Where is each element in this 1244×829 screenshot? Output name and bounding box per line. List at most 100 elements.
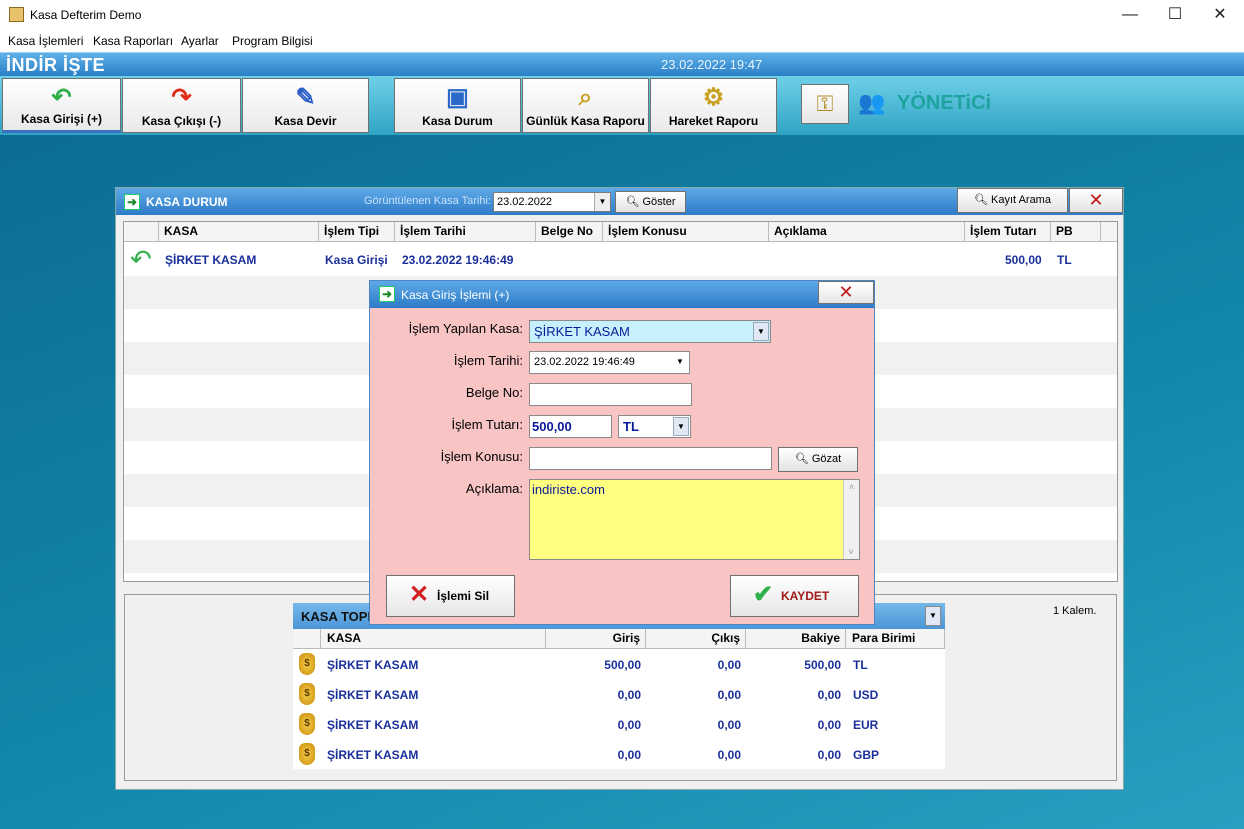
row-kasa: ŞİRKET KASAM: [165, 253, 257, 267]
save-button-label: KAYDET: [781, 589, 830, 603]
totals-col-cikis[interactable]: Çıkış: [646, 629, 746, 649]
totals-cikis: 0,00: [717, 718, 741, 732]
enter-arrow-icon: ➜: [124, 194, 140, 210]
grid-col-islem-tarihi[interactable]: İşlem Tarihi: [395, 222, 536, 242]
close-button[interactable]: ✕: [1197, 0, 1243, 31]
aciklama-value: indiriste.com: [532, 482, 605, 497]
currency-select[interactable]: TL ▼: [618, 415, 691, 438]
brand-title: İNDİR İŞTE: [6, 55, 106, 75]
totals-title: KASA TOPI: [301, 609, 372, 624]
kasa-durum-title: KASA DURUM: [146, 195, 228, 209]
window-title: Kasa Defterim Demo: [30, 8, 142, 22]
app-icon: [9, 7, 24, 22]
kasa-durum-header: ➜ KASA DURUM Görüntülenen Kasa Tarihi: 2…: [116, 188, 1123, 215]
money-bag-icon: $: [299, 683, 315, 705]
dialog-close-button[interactable]: ✕: [818, 281, 874, 304]
settings-keys-button[interactable]: ⚿: [801, 84, 849, 124]
red-redo-arrow-icon: ↷: [171, 84, 192, 111]
currency-value: TL: [623, 419, 639, 434]
chevron-down-icon[interactable]: ▼: [673, 417, 689, 436]
totals-kasa: ŞİRKET KASAM: [327, 658, 419, 672]
totals-giris: 500,00: [604, 658, 641, 672]
maximize-button[interactable]: ☐: [1152, 0, 1198, 31]
totals-col-giris[interactable]: Giriş: [546, 629, 646, 649]
date-filter-label: Görüntülenen Kasa Tarihi:: [364, 195, 491, 207]
tarih-value: 23.02.2022 19:46:49: [534, 356, 635, 368]
totals-columns: KASA Giriş Çıkış Bakiye Para Birimi: [293, 629, 945, 649]
tarih-picker[interactable]: 23.02.2022 19:46:49 ▼: [529, 351, 690, 374]
totals-col-bakiye[interactable]: Bakiye: [746, 629, 846, 649]
row-islem-tutari: 500,00: [1005, 253, 1042, 267]
grid-col-islem-konusu[interactable]: İşlem Konusu: [603, 222, 769, 242]
islem-konusu-input[interactable]: [529, 447, 772, 470]
row-islem-tarihi: 23.02.2022 19:46:49: [402, 253, 514, 267]
checkmark-icon: ✔: [753, 581, 774, 608]
totals-table: KASA TOPI ▼ KASA Giriş Çıkış Bakiye Para…: [293, 603, 945, 769]
totals-pb: GBP: [853, 748, 880, 762]
delete-transaction-button[interactable]: ✕ İşlemi Sil: [386, 575, 515, 617]
totals-col-kasa[interactable]: KASA: [321, 629, 546, 649]
kasa-devir-button[interactable]: ✎ Kasa Devir: [242, 78, 369, 133]
menu-program-bilgisi[interactable]: Program Bilgisi: [232, 34, 313, 48]
kasa-cikisi-button[interactable]: ↷ Kasa Çıkışı (-): [122, 78, 241, 133]
kasa-girisi-button[interactable]: ↶ Kasa Girişi (+): [2, 78, 121, 133]
chevron-down-icon[interactable]: ▼: [594, 193, 610, 211]
scrollbar[interactable]: ˄ ˅: [843, 480, 859, 559]
grid-col-kasa[interactable]: KASA: [159, 222, 319, 242]
belge-no-input[interactable]: [529, 383, 692, 406]
grid-col-islem-tipi[interactable]: İşlem Tipi: [319, 222, 395, 242]
magnifier-icon: 🔍︎: [974, 194, 988, 206]
totals-pb: TL: [853, 658, 868, 672]
money-bag-icon: $: [299, 653, 315, 675]
date-filter-input[interactable]: 23.02.2022 ▼: [493, 192, 611, 212]
delete-button-label: İşlemi Sil: [437, 589, 490, 603]
kasa-select[interactable]: ŞİRKET KASAM ▼: [529, 320, 771, 343]
grid-col-islem-tutari[interactable]: İşlem Tutarı: [965, 222, 1051, 242]
tutar-value: 500,00: [532, 419, 572, 434]
kasa-giris-dialog: ➜ Kasa Giriş İşlemi (+) ✕ İşlem Yapılan …: [369, 280, 875, 625]
chevron-down-icon[interactable]: ▼: [672, 353, 688, 372]
green-undo-arrow-icon: ↶: [130, 244, 152, 274]
hareket-raporu-button[interactable]: ⚙ Hareket Raporu: [650, 78, 777, 133]
current-datetime: 23.02.2022 19:47: [661, 57, 763, 72]
totals-row[interactable]: $ ŞİRKET KASAM 0,00 0,00 0,00 GBP: [293, 739, 945, 769]
kasa-durum-close-button[interactable]: ✕: [1069, 188, 1123, 213]
grid-col-aciklama[interactable]: Açıklama: [769, 222, 965, 242]
computer-terminal-icon: ▣: [446, 84, 469, 111]
save-button[interactable]: ✔ KAYDET: [730, 575, 859, 617]
totals-row[interactable]: $ ŞİRKET KASAM 0,00 0,00 0,00 EUR: [293, 709, 945, 739]
minimize-button[interactable]: —: [1107, 0, 1153, 31]
aciklama-textarea[interactable]: indiriste.com ˄ ˅: [529, 479, 860, 560]
totals-col-para-birimi[interactable]: Para Birimi: [846, 629, 945, 649]
record-search-button[interactable]: 🔍︎ Kayıt Arama: [957, 188, 1068, 213]
totals-row[interactable]: $ ŞİRKET KASAM 500,00 0,00 500,00 TL: [293, 649, 945, 679]
red-x-icon: ✕: [409, 581, 430, 608]
kasa-durum-button[interactable]: ▣ Kasa Durum: [394, 78, 521, 133]
menu-ayarlar[interactable]: Ayarlar: [181, 34, 219, 48]
chevron-down-icon[interactable]: ▼: [925, 606, 941, 626]
tutar-input[interactable]: 500,00: [529, 415, 612, 438]
gozat-button[interactable]: 🔍︎ Gözat: [778, 447, 858, 472]
menu-kasa-islemleri[interactable]: Kasa İşlemleri: [8, 34, 83, 48]
table-row[interactable]: ↶ ŞİRKET KASAM Kasa Girişi 23.02.2022 19…: [124, 243, 1117, 276]
totals-row[interactable]: $ ŞİRKET KASAM 0,00 0,00 0,00 USD: [293, 679, 945, 709]
totals-giris: 0,00: [617, 748, 641, 762]
menu-kasa-raporlari[interactable]: Kasa Raporları: [93, 34, 173, 48]
show-button[interactable]: 🔍︎ Göster: [615, 191, 686, 213]
totals-giris: 0,00: [617, 688, 641, 702]
totals-kasa: ŞİRKET KASAM: [327, 748, 419, 762]
dialog-title: Kasa Giriş İşlemi (+): [401, 288, 510, 302]
gear-document-icon: ⚙: [702, 84, 725, 111]
gunluk-kasa-raporu-button[interactable]: ⌕ Günlük Kasa Raporu: [522, 78, 649, 133]
enter-arrow-icon: ➜: [379, 286, 395, 302]
totals-cikis: 0,00: [717, 748, 741, 762]
kasa-label: İşlem Yapılan Kasa:: [408, 321, 523, 336]
chevron-down-icon[interactable]: ▼: [753, 322, 769, 341]
totals-pb: USD: [853, 688, 879, 702]
money-bag-icon: $: [299, 713, 315, 735]
aciklama-label: Açıklama:: [465, 481, 523, 496]
grid-col-belge-no[interactable]: Belge No: [536, 222, 603, 242]
grid-col-pb[interactable]: PB: [1051, 222, 1101, 242]
menu-bar: Kasa İşlemleri Kasa Raporları Ayarlar Pr…: [0, 31, 1244, 52]
users-icon: 👥: [858, 90, 886, 115]
